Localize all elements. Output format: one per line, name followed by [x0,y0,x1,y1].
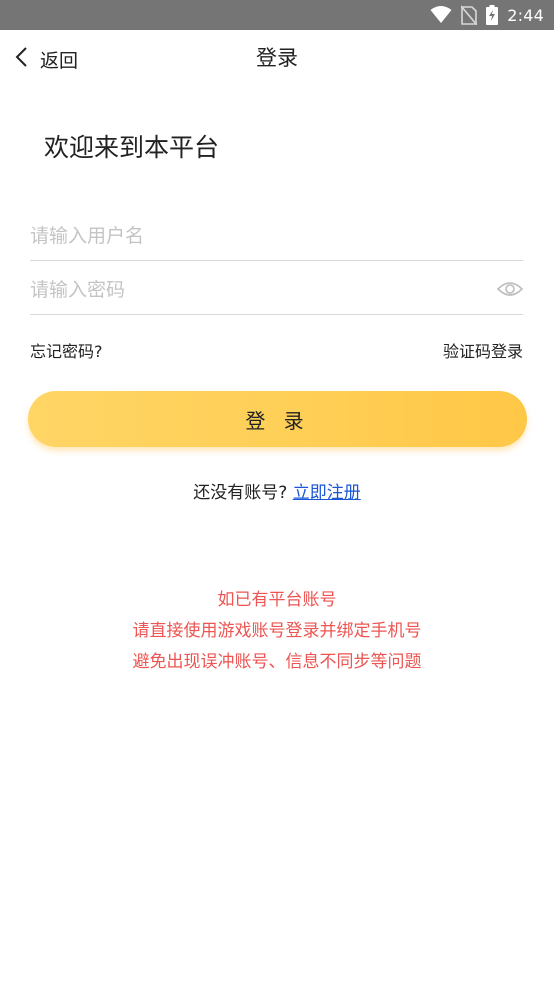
battery-charging-icon [486,5,499,25]
username-input[interactable] [30,214,470,258]
username-field [30,214,523,261]
notice-line: 避免出现误冲账号、信息不同步等问题 [132,652,422,672]
password-field [30,268,524,315]
welcome-heading: 欢迎来到本平台 [44,133,220,162]
status-time: 2:44 [507,5,544,25]
status-bar: 2:44 [0,0,554,30]
notice-line: 请直接使用游戏账号登录并绑定手机号 [132,621,422,641]
register-link[interactable]: 立即注册 [293,483,361,503]
register-prompt-text: 还没有账号? [193,483,288,503]
no-sim-icon [461,5,478,25]
page-title: 登录 [256,46,298,70]
password-input[interactable] [30,268,470,312]
register-prompt: 还没有账号? 立即注册 [0,478,554,503]
notice-line: 如已有平台账号 [217,590,337,610]
sms-login-link[interactable]: 验证码登录 [443,338,523,362]
login-button[interactable]: 登 录 [28,391,527,447]
eye-icon[interactable] [496,278,524,300]
forgot-password-link[interactable]: 忘记密码? [30,338,103,362]
notice-text: 如已有平台账号 请直接使用游戏账号登录并绑定手机号 避免出现误冲账号、信息不同步… [0,585,554,678]
wifi-icon [430,6,452,24]
